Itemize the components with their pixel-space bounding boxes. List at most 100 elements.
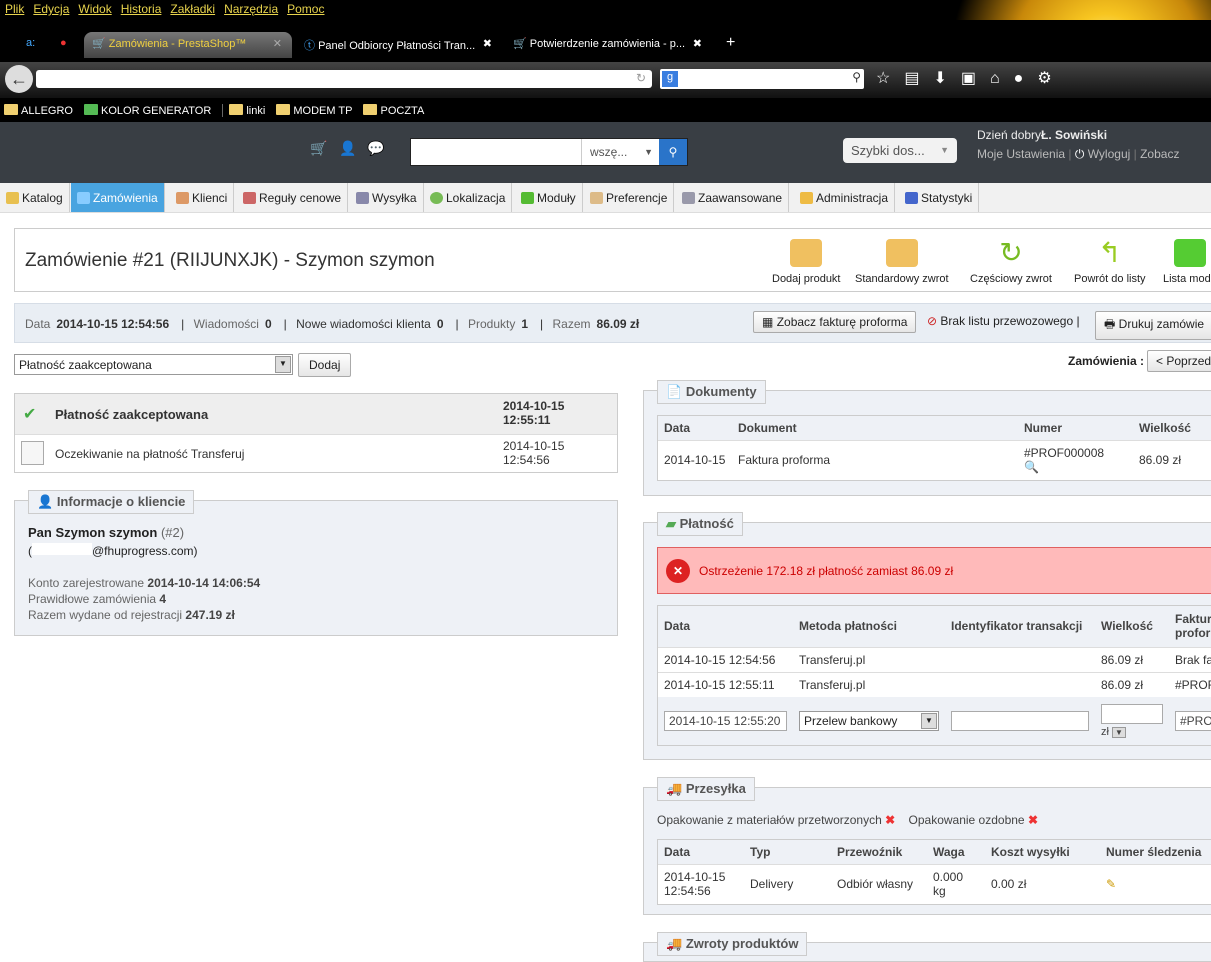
menu-zakladki[interactable]: Zakładki [170, 2, 215, 16]
transaction-id-input[interactable] [951, 711, 1089, 731]
packaging-options: Opakowanie z materiałów przetworzonych ✖… [657, 813, 1039, 827]
close-icon[interactable]: ✖ [483, 37, 492, 50]
cross-icon: ✖ [885, 813, 896, 827]
reload-icon[interactable]: ↻ [636, 71, 646, 85]
preferences-icon [590, 192, 603, 204]
menu-pomoc[interactable]: Pomoc [287, 2, 324, 16]
add-product-button[interactable]: Dodaj produkt [772, 239, 841, 285]
url-input[interactable]: ↻ [36, 70, 652, 88]
customer-icon[interactable]: 👤 [339, 140, 356, 157]
payment-method-select[interactable]: Przelew bankowy ▼ [799, 711, 939, 731]
nav-preferencje[interactable]: Preferencje [584, 183, 675, 212]
bookmark-linki[interactable]: linki [222, 104, 265, 117]
page-title: Zamówienie #21 (RIIJUNXJK) - Szymon szym… [25, 250, 435, 271]
close-icon[interactable]: ✕ [273, 37, 282, 50]
search-button[interactable]: ⚲ [659, 139, 687, 165]
bookmark-allegro[interactable]: ALLEGRO [4, 104, 73, 117]
messages-icon[interactable]: 💬 [367, 140, 384, 157]
box-remove-icon [885, 239, 918, 267]
cart-icon [77, 192, 90, 204]
view-proforma-button[interactable]: ▦ Zobacz fakturę proforma [753, 311, 917, 333]
standard-return-button[interactable]: Standardowy zwrot [855, 239, 949, 285]
quick-access-select[interactable]: Szybki dos... ▼ [843, 138, 957, 163]
bookmark-modem[interactable]: MODEM TP [276, 104, 352, 117]
order-status-select[interactable]: Płatność zaakceptowana ▼ [14, 354, 293, 375]
print-order-button[interactable]: 🖶 Drukuj zamówie [1095, 311, 1211, 340]
admin-search-input[interactable]: wszę... ▼ ⚲ [410, 138, 688, 166]
nav-administracja[interactable]: Administracja [794, 183, 896, 212]
document-icon [21, 441, 44, 465]
customer-icon [176, 192, 189, 204]
new-tab-button[interactable]: + [718, 32, 743, 58]
modules-list-button[interactable]: Lista modu [1163, 239, 1211, 285]
no-waybill: ⊘ Brak listu przewozowego | [927, 314, 1080, 328]
nav-zamowienia[interactable]: Zamówienia [71, 183, 165, 212]
edit-icon[interactable]: ✎ [1106, 877, 1116, 891]
catalog-icon [6, 192, 19, 204]
greeting: Dzień dobryŁ. Sowiński [977, 128, 1108, 142]
document-icon: 📄 [666, 384, 683, 399]
menu-historia[interactable]: Historia [121, 2, 162, 16]
return-arrow-icon: ↰ [1098, 237, 1122, 268]
add-status-button[interactable]: Dodaj [298, 353, 352, 377]
pinned-tab-icon[interactable]: ● [52, 32, 75, 58]
document-row[interactable]: 2014-10-15 Faktura proforma #PROF000008 🔍 86… [658, 439, 1211, 480]
history-row: ✔ Płatność zaakceptowana 2014-10-15 12:5… [15, 394, 617, 434]
nav-katalog[interactable]: Katalog [0, 183, 70, 212]
back-icon[interactable]: ← [5, 65, 33, 93]
partial-return-button[interactable]: ↻ Częściowy zwrot [970, 239, 1052, 286]
nav-klienci[interactable]: Klienci [170, 183, 235, 212]
menu-plik[interactable]: Plik [5, 2, 24, 16]
menu-widok[interactable]: Widok [78, 2, 111, 16]
nav-zaawansowane[interactable]: Zaawansowane [676, 183, 790, 212]
currency-select[interactable]: zł ▼ [1101, 726, 1163, 738]
cart-icon[interactable]: 🛒 [310, 140, 327, 157]
back-to-list-button[interactable]: ↰ Powrót do listy [1074, 237, 1146, 286]
tab-potwierdzenie[interactable]: 🛒 Potwierdzenie zamówienia - p... ✖ [505, 32, 710, 58]
menu-edycja[interactable]: Edycja [33, 2, 69, 16]
key-icon [800, 192, 813, 204]
view-shop-link[interactable]: Zobacz [1140, 147, 1179, 161]
nav-moduly[interactable]: Moduły [515, 183, 583, 212]
nav-reguly[interactable]: Reguły cenowe [237, 183, 349, 212]
check-icon: ✔ [23, 406, 37, 423]
bookmarks-bar: ALLEGRO KOLOR GENERATOR linki MODEM TP P… [0, 98, 1211, 122]
logout-link[interactable]: Wyloguj [1088, 147, 1131, 161]
kolor-icon [84, 104, 99, 115]
status-history: ✔ Płatność zaakceptowana 2014-10-15 12:5… [14, 393, 618, 473]
header-links: Moje Ustawienia | ⏻ Wyloguj | Zobacz [977, 147, 1180, 161]
payment-date-input[interactable]: 2014-10-15 12:55:20 [664, 711, 787, 731]
customer-email[interactable]: (@fhuprogress.com) [28, 543, 198, 558]
price-rules-icon [243, 192, 256, 204]
browser-toolbar-icons[interactable]: ☆▤⬇▣⌂●⚙ [876, 68, 1066, 88]
browser-tabstrip: a: ● 🛒 Zamówienia - PrestaShop™ ✕ ⓣ Panel… [0, 20, 1211, 62]
bookmark-poczta[interactable]: POCZTA [363, 104, 424, 117]
payment-row: 2014-10-15 12:55:11 Transferuj.pl 86.09 zł… [658, 671, 1211, 697]
tab-zamowienia[interactable]: 🛒 Zamówienia - PrestaShop™ ✕ [84, 32, 292, 58]
menu-narzedzia[interactable]: Narzędzia [224, 2, 278, 16]
magnifier-icon: 🔍 [1024, 460, 1039, 475]
search-scope-select[interactable]: wszę... ▼ [581, 139, 659, 165]
nav-statystyki[interactable]: Statystyki [899, 183, 980, 212]
pinned-tab-icon[interactable]: a: [18, 32, 43, 58]
returns-icon: 🚚 [666, 936, 683, 951]
nav-wysylka[interactable]: Wysyłka [350, 183, 424, 212]
customer-stats: Konto zarejestrowane 2014-10-14 14:06:54… [28, 576, 261, 622]
invoice-select[interactable]: #PROF [1175, 711, 1211, 731]
truck-icon: 🚚 [666, 781, 683, 796]
folder-icon [4, 104, 18, 115]
customer-name[interactable]: Pan Szymon szymon (#2) [28, 525, 184, 540]
payment-legend: ▰ Płatność [657, 512, 743, 536]
magnifier-icon[interactable]: ⚲ [852, 70, 861, 84]
tab-panel-odbiorcy[interactable]: ⓣ Panel Odbiorcy Płatności Tran... ✖ [296, 32, 500, 58]
close-icon[interactable]: ✖ [693, 37, 702, 50]
previous-order-button[interactable]: < Poprzed [1147, 350, 1211, 372]
bookmark-kolor-generator[interactable]: KOLOR GENERATOR [84, 104, 211, 117]
nav-lokalizacja[interactable]: Lokalizacja [424, 183, 513, 212]
google-icon[interactable]: g [662, 71, 678, 87]
amount-input[interactable] [1101, 704, 1163, 724]
invoice-icon: ▦ [762, 315, 774, 329]
error-icon: ✕ [666, 559, 690, 583]
browser-search-input[interactable]: g ⚲ [660, 69, 864, 89]
my-settings-link[interactable]: Moje Ustawienia [977, 147, 1065, 161]
